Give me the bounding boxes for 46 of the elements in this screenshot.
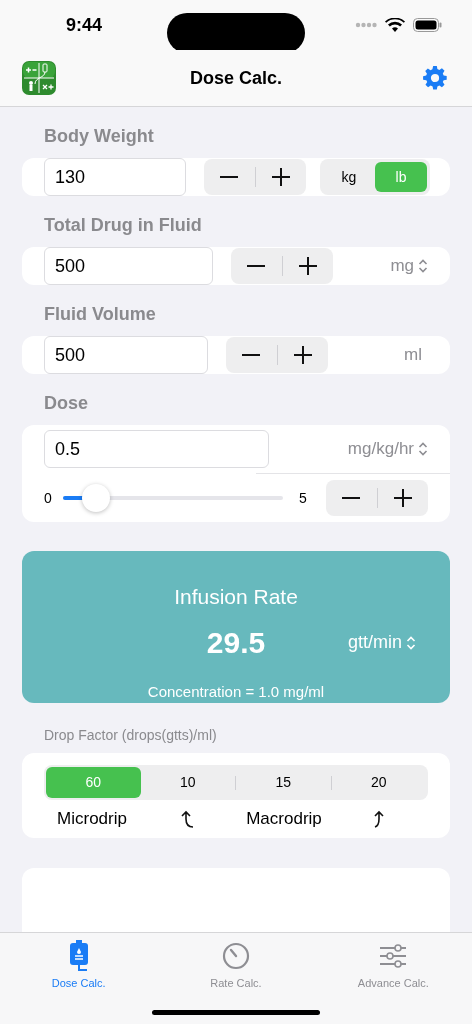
nav-title: Dose Calc. [189,66,282,90]
dose-slider[interactable] [63,484,283,512]
minus-icon [342,497,361,499]
section-label: Total Drug in Fluid [44,215,202,235]
settings-icon[interactable] [422,65,448,91]
section-label: Drop Factor (drops(gtts)/ml) [44,727,217,743]
app-logo-icon [22,61,56,95]
drip-label: Macrodrip [246,808,322,831]
input-field[interactable]: 500 [44,336,208,374]
status-time: 9:44 [66,13,103,37]
plus-icon [393,489,412,507]
minus-icon [242,354,261,356]
plus-icon [293,346,312,364]
drop-factor-segment[interactable]: 20 [331,767,426,798]
input-field[interactable]: 0.5 [44,430,269,468]
iv-bag-icon [68,940,89,972]
minus-icon [220,176,239,178]
signal-icon [355,22,377,28]
drip-label: Microdrip [57,808,127,831]
result-title: Infusion Rate [174,584,298,610]
up-down-chevron-icon [418,258,428,274]
concentration-text: Concentration = 1.0 mg/ml [147,681,325,702]
tab-bar-item[interactable]: Dose Calc. [0,933,158,993]
slider-max-label: 5 [299,488,307,508]
drop-factor-segment[interactable]: 15 [236,767,331,798]
unit-label: ml [404,344,422,367]
slider-min-label: 0 [44,488,53,508]
section-label: Fluid Volume [44,304,156,324]
sliders-icon [379,944,408,968]
battery-icon [413,18,442,32]
wifi-icon [385,17,405,33]
gauge-icon [222,942,250,970]
section-label: Dose [44,393,88,413]
unit-segment[interactable]: kg [323,162,375,192]
input-field[interactable]: 130 [44,158,186,196]
curved-arrow-icon [180,810,196,828]
input-field[interactable]: 500 [44,247,213,285]
slider-thumb[interactable] [82,484,110,512]
plus-icon [271,168,290,186]
up-down-chevron-icon [418,441,428,457]
section-label: Body Weight [44,126,154,146]
drop-factor-segment[interactable]: 10 [140,767,235,798]
result-value: 29.5 [206,625,266,661]
up-down-chevron-icon [406,634,416,651]
plus-icon [298,257,317,275]
minus-icon [247,265,266,267]
